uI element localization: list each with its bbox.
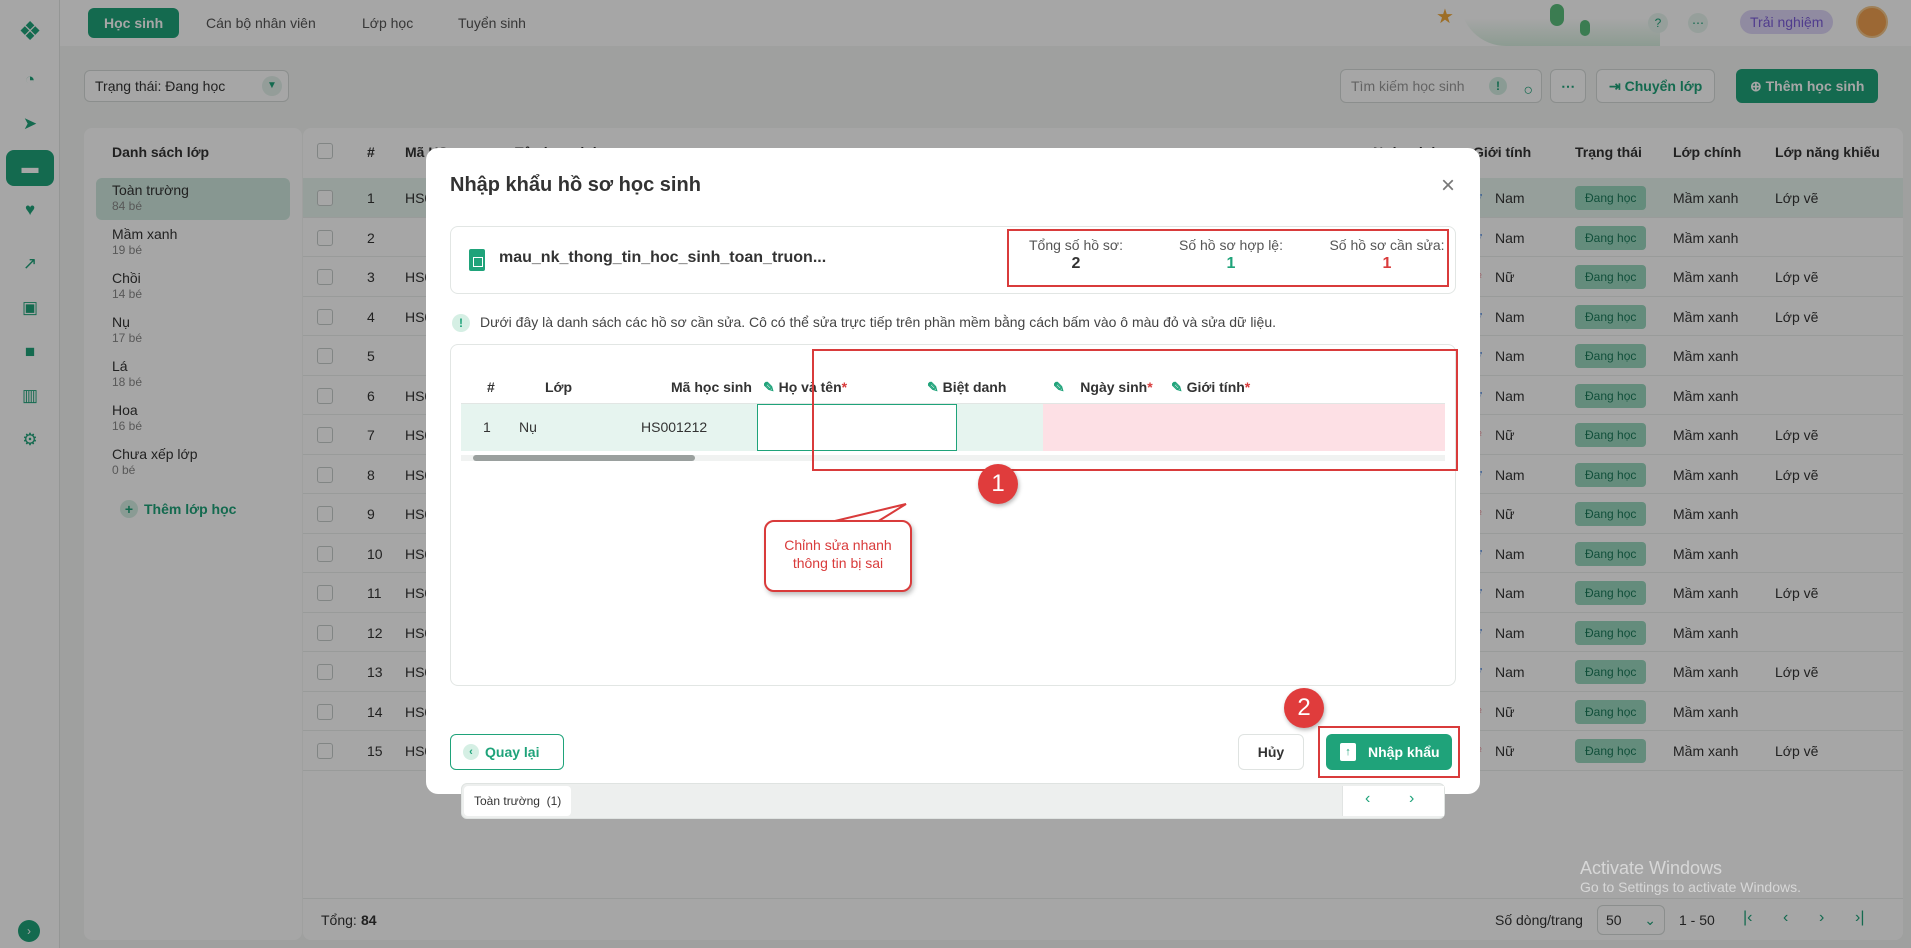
row-student-code: HS001212 xyxy=(641,419,708,435)
cancel-button[interactable]: Hủy xyxy=(1238,734,1304,770)
file-summary: mau_nk_thong_tin_hoc_sinh_toan_truon... … xyxy=(450,226,1456,294)
col-index: # xyxy=(487,379,495,395)
chevron-left-icon[interactable]: ‹ xyxy=(1365,790,1370,808)
watermark-line: Go to Settings to activate Windows. xyxy=(1580,879,1801,895)
row-index: 1 xyxy=(483,419,491,435)
chevron-right-icon[interactable]: › xyxy=(1409,790,1414,808)
info-icon: ! xyxy=(452,314,470,332)
activation-watermark: Activate Windows Go to Settings to activ… xyxy=(1580,858,1801,895)
import-modal: Nhập khẩu hồ sơ học sinh × mau_nk_thong_… xyxy=(426,148,1480,819)
watermark-line: Activate Windows xyxy=(1580,858,1723,878)
sheet-tab-all[interactable]: Toàn trường (1) xyxy=(464,786,572,816)
scrollbar-thumb[interactable] xyxy=(473,455,695,461)
col-class: Lớp xyxy=(545,379,573,395)
step-marker-1: 1 xyxy=(978,464,1018,504)
row-class: Nụ xyxy=(519,419,537,435)
stats-highlight xyxy=(1007,229,1449,287)
app-page: ❖ ◔ ➤ ▬ ♥ ↗ ▣ ■ ▥ ⚙ › Học sinh Cán bộ nh… xyxy=(0,0,1911,948)
pin-icon: ✎ xyxy=(763,379,775,395)
col-student-code: Mã học sinh xyxy=(671,379,752,395)
callout-text: Chỉnh sửa nhanh thông tin bị sai xyxy=(784,537,892,571)
sheet-tab-count: (1) xyxy=(546,794,562,808)
file-name: mau_nk_thong_tin_hoc_sinh_toan_truon... xyxy=(499,249,827,266)
back-button[interactable]: ‹ Quay lại xyxy=(450,734,564,770)
back-label: Quay lại xyxy=(485,744,540,760)
callout-note: Chỉnh sửa nhanh thông tin bị sai xyxy=(764,520,912,592)
sheet-tab-label: Toàn trường xyxy=(474,794,540,808)
note-text: Dưới đây là danh sách các hồ sơ cần sửa.… xyxy=(480,314,1276,330)
sheet-pager: ‹ › xyxy=(1342,786,1444,816)
spreadsheet-icon xyxy=(469,249,485,271)
step-marker-2: 2 xyxy=(1284,688,1324,728)
sheet-tabs: Toàn trường (1) ‹ › xyxy=(461,783,1445,819)
import-highlight xyxy=(1318,726,1460,778)
modal-title: Nhập khẩu hồ sơ học sinh xyxy=(450,174,701,196)
fix-instructions: ! Dưới đây là danh sách các hồ sơ cần sửa… xyxy=(452,314,1276,332)
editable-columns-highlight xyxy=(812,349,1458,471)
chevron-left-icon: ‹ xyxy=(463,744,479,760)
close-icon[interactable]: × xyxy=(1434,172,1462,200)
